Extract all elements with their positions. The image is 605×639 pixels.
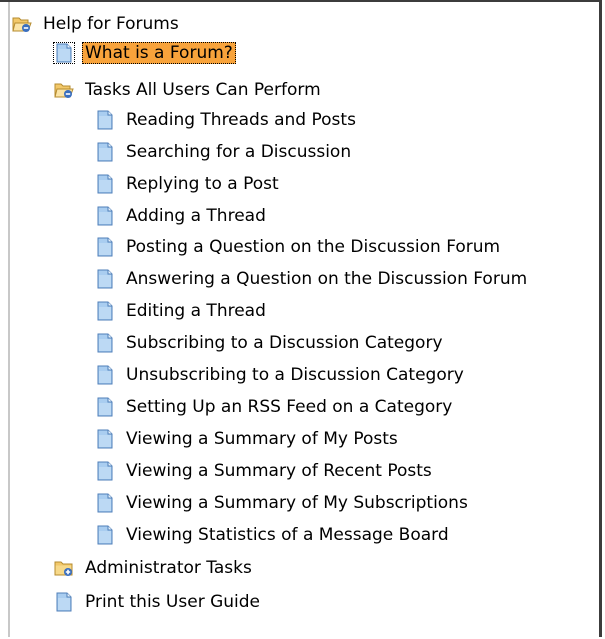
document-icon — [95, 269, 115, 289]
document-icon — [95, 365, 115, 385]
document-icon — [95, 142, 115, 162]
tree-item-label: Adding a Thread — [126, 206, 266, 226]
document-icon — [95, 397, 115, 417]
tree-item-reading-threads[interactable]: Reading Threads and Posts — [95, 106, 359, 134]
help-tree-panel: Help for Forums What is a Forum? Tasks A… — [0, 0, 602, 637]
document-icon — [95, 429, 115, 449]
tree-item-label: Viewing Statistics of a Message Board — [126, 525, 449, 545]
tree-item-label: Searching for a Discussion — [126, 142, 352, 162]
tree-guide-line — [8, 2, 10, 637]
tree-item-rss-feed[interactable]: Setting Up an RSS Feed on a Category — [95, 393, 455, 421]
tree-item-label: Unsubscribing to a Discussion Category — [126, 365, 464, 385]
tree-item-label: What is a Forum? — [82, 42, 236, 64]
tree-item-label: Posting a Question on the Discussion For… — [126, 237, 501, 257]
tree-folder-tasks-all-users[interactable]: Tasks All Users Can Perform — [54, 76, 324, 104]
tree-item-searching-discussion[interactable]: Searching for a Discussion — [95, 138, 354, 166]
document-icon — [95, 461, 115, 481]
document-icon — [53, 42, 75, 64]
tree-item-replying-to-post[interactable]: Replying to a Post — [95, 170, 282, 198]
tree-item-label: Administrator Tasks — [85, 558, 252, 578]
tree-folder-administrator-tasks[interactable]: Administrator Tasks — [54, 554, 255, 582]
closed-folder-icon — [54, 558, 74, 578]
document-icon — [95, 206, 115, 226]
tree-item-label: Setting Up an RSS Feed on a Category — [126, 397, 453, 417]
document-icon — [95, 237, 115, 257]
tree-item-label: Help for Forums — [43, 14, 179, 34]
tree-item-label: Reading Threads and Posts — [126, 110, 356, 130]
tree-item-label: Replying to a Post — [126, 174, 279, 194]
document-icon — [95, 525, 115, 545]
tree-item-summary-subscriptions[interactable]: Viewing a Summary of My Subscriptions — [95, 489, 471, 517]
document-icon — [95, 493, 115, 513]
tree-item-posting-question[interactable]: Posting a Question on the Discussion For… — [95, 233, 503, 261]
document-icon — [54, 592, 74, 612]
tree-item-label: Viewing a Summary of Recent Posts — [126, 461, 432, 481]
tree-item-label: Viewing a Summary of My Posts — [126, 429, 398, 449]
document-icon — [95, 333, 115, 353]
tree-root-help-for-forums[interactable]: Help for Forums — [12, 10, 182, 38]
document-icon — [95, 110, 115, 130]
tree-item-label: Viewing a Summary of My Subscriptions — [126, 493, 468, 513]
tree-item-what-is-a-forum[interactable]: What is a Forum? — [53, 39, 236, 67]
tree-item-label: Print this User Guide — [85, 592, 261, 612]
tree-item-label: Answering a Question on the Discussion F… — [126, 269, 528, 289]
tree-item-summary-my-posts[interactable]: Viewing a Summary of My Posts — [95, 425, 401, 453]
tree-item-label: Editing a Thread — [126, 301, 266, 321]
open-folder-icon — [54, 80, 74, 100]
tree-item-print-user-guide[interactable]: Print this User Guide — [54, 588, 263, 616]
tree-item-subscribing-category[interactable]: Subscribing to a Discussion Category — [95, 329, 446, 357]
tree-item-statistics-message-board[interactable]: Viewing Statistics of a Message Board — [95, 521, 452, 549]
tree-item-label: Tasks All Users Can Perform — [85, 80, 321, 100]
tree-item-editing-thread[interactable]: Editing a Thread — [95, 297, 269, 325]
document-icon — [95, 174, 115, 194]
open-folder-icon — [12, 14, 32, 34]
tree-item-answering-question[interactable]: Answering a Question on the Discussion F… — [95, 265, 530, 293]
tree-item-adding-thread[interactable]: Adding a Thread — [95, 202, 269, 230]
tree-item-label: Subscribing to a Discussion Category — [126, 333, 443, 353]
tree-item-summary-recent-posts[interactable]: Viewing a Summary of Recent Posts — [95, 457, 435, 485]
tree-item-unsubscribing-category[interactable]: Unsubscribing to a Discussion Category — [95, 361, 467, 389]
document-icon — [95, 301, 115, 321]
